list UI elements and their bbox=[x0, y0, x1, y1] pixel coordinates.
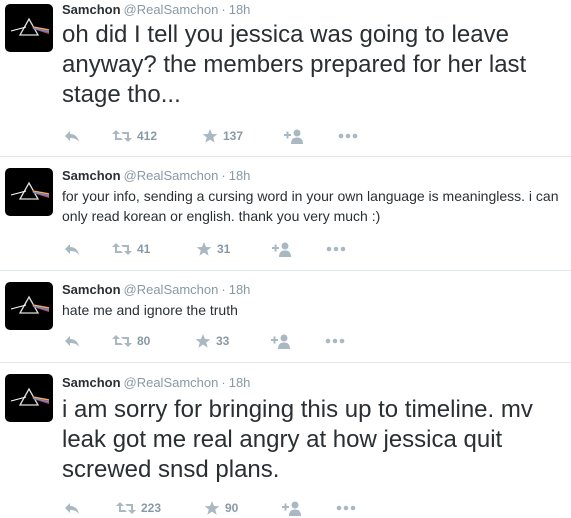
favorite-button[interactable]: 31 bbox=[196, 239, 230, 259]
star-icon bbox=[202, 129, 218, 143]
tweet: Samchon @RealSamchon · 18h i am sorry for b… bbox=[0, 363, 571, 518]
tweet-header: Samchon @RealSamchon · 18h bbox=[62, 2, 250, 18]
reply-button[interactable] bbox=[64, 331, 80, 351]
timestamp[interactable]: 18h bbox=[229, 282, 251, 297]
star-icon bbox=[195, 334, 211, 348]
more-icon bbox=[325, 338, 345, 344]
timestamp[interactable]: 18h bbox=[229, 168, 251, 183]
user-handle[interactable]: @RealSamchon bbox=[124, 168, 219, 183]
more-icon bbox=[336, 505, 356, 511]
retweet-button[interactable]: 223 bbox=[116, 498, 161, 518]
reply-button[interactable] bbox=[64, 239, 80, 259]
prism-icon bbox=[10, 17, 50, 36]
retweet-count: 412 bbox=[137, 129, 158, 143]
follow-button[interactable] bbox=[284, 126, 304, 146]
more-icon bbox=[338, 133, 358, 139]
follow-icon bbox=[284, 129, 303, 144]
prism-icon bbox=[10, 181, 50, 200]
tweet: Samchon @RealSamchon · 18h oh did I tell yo… bbox=[0, 0, 571, 157]
prism-icon bbox=[10, 295, 50, 314]
avatar[interactable] bbox=[5, 282, 53, 330]
favorite-count: 137 bbox=[223, 129, 244, 143]
follow-button[interactable] bbox=[272, 239, 292, 259]
tweet-header: Samchon @RealSamchon · 18h bbox=[62, 282, 250, 298]
user-handle[interactable]: @RealSamchon bbox=[124, 282, 219, 297]
more-icon bbox=[326, 246, 346, 252]
follow-icon bbox=[282, 501, 301, 516]
tweet-text: hate me and ignore the truth bbox=[62, 302, 238, 318]
retweet-count: 41 bbox=[137, 242, 151, 256]
tweet-text: for your info, sending a cursing word in… bbox=[62, 188, 559, 224]
favorite-button[interactable]: 137 bbox=[202, 126, 243, 146]
user-name[interactable]: Samchon bbox=[62, 375, 121, 390]
retweet-button[interactable]: 412 bbox=[112, 126, 157, 146]
avatar[interactable] bbox=[5, 4, 53, 52]
separator: · bbox=[221, 168, 226, 183]
favorite-button[interactable]: 90 bbox=[204, 498, 238, 518]
tweet-text: oh did I tell you jessica was going to l… bbox=[62, 21, 527, 108]
favorite-count: 33 bbox=[216, 334, 230, 348]
retweet-count: 80 bbox=[137, 334, 151, 348]
retweet-button[interactable]: 41 bbox=[112, 239, 150, 259]
favorite-count: 90 bbox=[225, 501, 239, 515]
tweet-text: i am sorry for bringing this up to timel… bbox=[62, 396, 533, 483]
follow-button[interactable] bbox=[271, 331, 291, 351]
avatar[interactable] bbox=[5, 374, 53, 422]
follow-button[interactable] bbox=[282, 498, 302, 518]
more-button[interactable] bbox=[338, 126, 358, 146]
tweet-actions: 223 90 bbox=[62, 498, 372, 518]
tweet-header: Samchon @RealSamchon · 18h bbox=[62, 375, 250, 391]
tweet: Samchon @RealSamchon · 18h hate me and igno… bbox=[0, 271, 571, 363]
prism-icon bbox=[10, 387, 50, 406]
user-handle[interactable]: @RealSamchon bbox=[124, 375, 219, 390]
follow-icon bbox=[272, 242, 291, 257]
retweet-icon bbox=[112, 243, 132, 255]
favorite-count: 31 bbox=[217, 242, 231, 256]
user-name[interactable]: Samchon bbox=[62, 282, 121, 297]
reply-icon bbox=[65, 244, 79, 255]
reply-icon bbox=[65, 131, 79, 142]
tweet-actions: 80 33 bbox=[62, 331, 372, 351]
tweet-header: Samchon @RealSamchon · 18h bbox=[62, 168, 250, 184]
separator: · bbox=[221, 2, 226, 17]
reply-icon bbox=[65, 336, 79, 347]
avatar[interactable] bbox=[5, 168, 53, 216]
reply-icon bbox=[65, 503, 79, 514]
retweet-icon bbox=[112, 130, 132, 142]
tweet-actions: 412 137 bbox=[62, 126, 372, 146]
timestamp[interactable]: 18h bbox=[229, 2, 251, 17]
reply-button[interactable] bbox=[64, 126, 80, 146]
more-button[interactable] bbox=[325, 331, 345, 351]
tweet-actions: 41 31 bbox=[62, 239, 372, 259]
more-button[interactable] bbox=[326, 239, 346, 259]
reply-button[interactable] bbox=[64, 498, 80, 518]
more-button[interactable] bbox=[336, 498, 356, 518]
retweet-count: 223 bbox=[141, 501, 162, 515]
retweet-button[interactable]: 80 bbox=[112, 331, 150, 351]
retweet-icon bbox=[116, 502, 136, 514]
tweet: Samchon @RealSamchon · 18h for your info, s… bbox=[0, 157, 571, 271]
user-name[interactable]: Samchon bbox=[62, 2, 121, 17]
star-icon bbox=[196, 242, 212, 256]
user-name[interactable]: Samchon bbox=[62, 168, 121, 183]
timestamp[interactable]: 18h bbox=[229, 375, 251, 390]
retweet-icon bbox=[112, 335, 132, 347]
star-icon bbox=[204, 501, 220, 515]
separator: · bbox=[221, 375, 226, 390]
favorite-button[interactable]: 33 bbox=[195, 331, 229, 351]
follow-icon bbox=[271, 334, 290, 349]
user-handle[interactable]: @RealSamchon bbox=[124, 2, 219, 17]
separator: · bbox=[221, 282, 226, 297]
